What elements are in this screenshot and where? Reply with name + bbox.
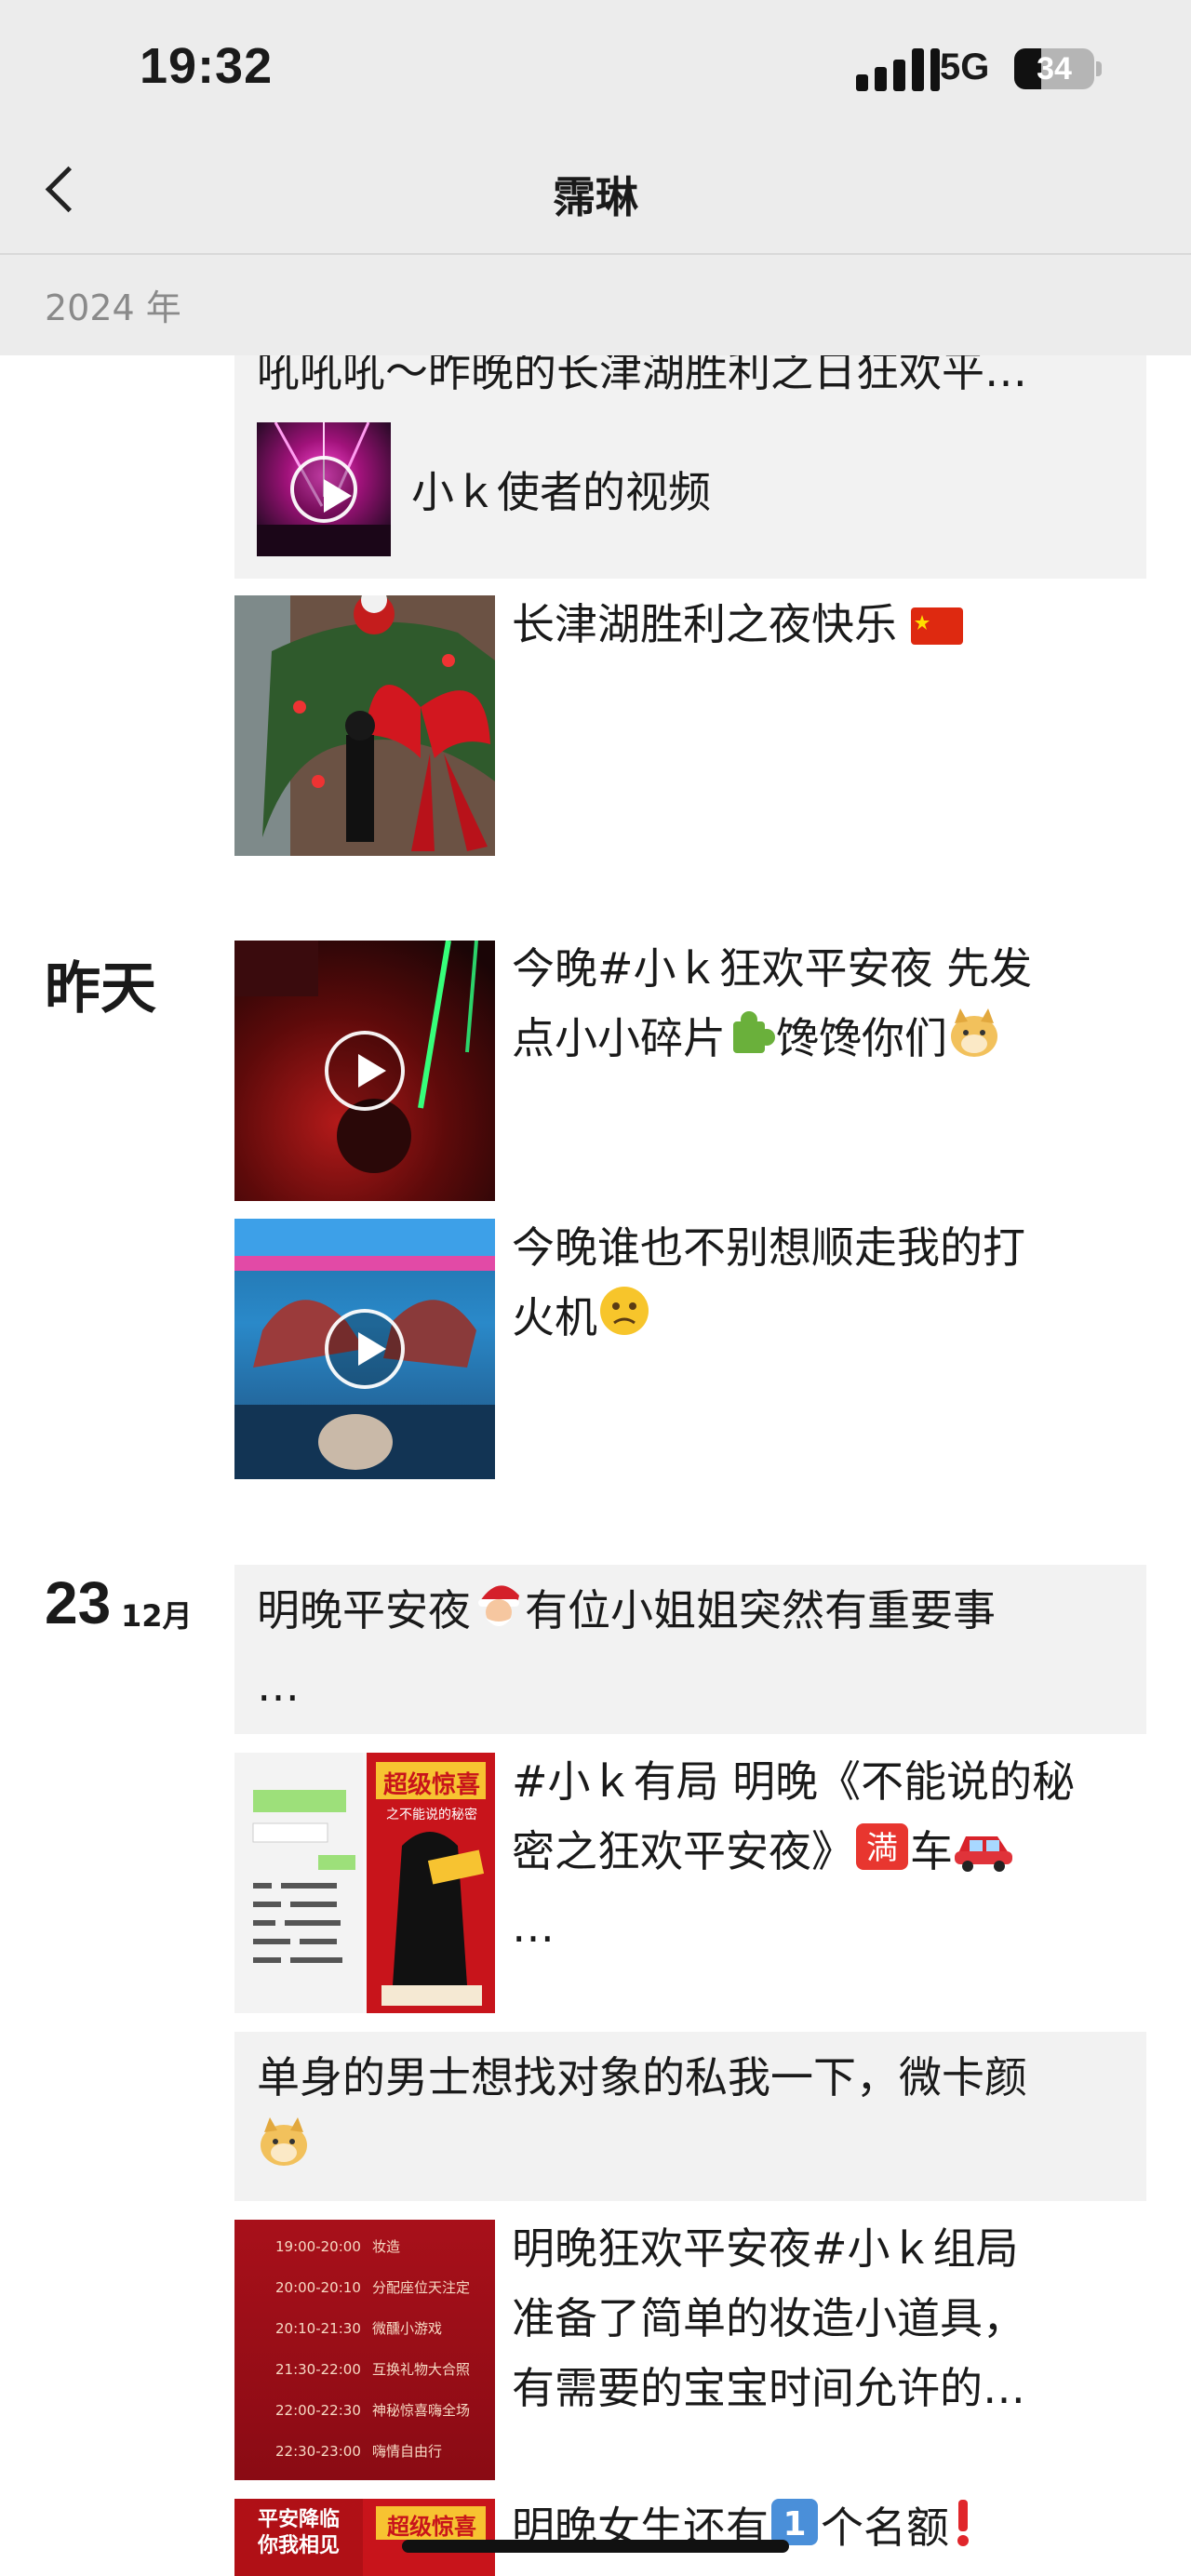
post-text-content: 长津湖胜利之夜快乐 <box>512 599 897 649</box>
battery-level: 34 <box>1037 51 1072 87</box>
exclamation-icon <box>949 2496 977 2569</box>
schedule-time: 20:10-21:30 <box>275 2320 361 2337</box>
schedule-event: 嗨情自由行 <box>372 2443 443 2460</box>
play-icon[interactable] <box>290 456 357 523</box>
schedule-event: 微醺小游戏 <box>372 2320 443 2337</box>
post-text-line: 明晚狂欢平安夜#小ｋ组局 <box>512 2223 1019 2274</box>
network-label: 5G <box>940 47 990 87</box>
svg-text:満: 満 <box>866 1830 898 1867</box>
date-month: 12月 <box>121 1598 193 1634</box>
shared-link-title: 小ｋ使者的视频 <box>411 467 711 517</box>
schedule-time: 21:30-22:00 <box>275 2361 361 2378</box>
confused-face-icon <box>597 1284 651 1358</box>
post-text-line: 准备了简单的妆造小道具， <box>512 2293 1025 2343</box>
post-text-line <box>257 2113 1131 2188</box>
video-thumbnail[interactable] <box>234 1219 495 1479</box>
status-time: 19:32 <box>140 38 274 94</box>
post-text-line: #小ｋ有局 明晚《不能说的秘 <box>512 1756 1076 1807</box>
schedule-row: 19:00-20:00 妆造 <box>234 2236 495 2277</box>
schedule-photo[interactable]: 19:00-20:00 妆造 20:00-20:10 分配座位天注定 20:10-2… <box>234 2220 495 2480</box>
text-post-card[interactable]: 明晚平安夜 有位小姐姐突然有重要事 … <box>234 1565 1146 1734</box>
post-text-fragment: 有位小姐姐突然有重要事 <box>525 1585 996 1635</box>
schedule-row: 20:00-20:10 分配座位天注定 <box>234 2277 495 2318</box>
post-text: 今晚谁也不别想顺走我的打 火机 <box>512 1213 1163 1358</box>
post-text-line: 密之狂欢平安夜》満车 <box>512 1817 1163 1892</box>
video-thumbnail[interactable] <box>257 422 391 556</box>
text-post-card[interactable]: 单身的男士想找对象的私我一下，微卡颜 <box>234 2032 1146 2201</box>
post-text: 明晚女生还有 1 个名额 <box>512 2493 1163 2569</box>
schedule-list: 19:00-20:00 妆造 20:00-20:10 分配座位天注定 20:10-2… <box>234 2236 495 2480</box>
shared-video-card[interactable]: 吼吼吼～昨晚的长津湖胜利之日狂欢平… 小ｋ使者的视频 <box>234 346 1146 579</box>
post-text: 明晚狂欢平安夜#小ｋ组局 准备了简单的妆造小道具， 有需要的宝宝时间允许的… <box>512 2214 1163 2423</box>
christmas-decor-photo <box>234 595 495 856</box>
schedule-row: 22:00-22:30 神秘惊喜嗨全场 <box>234 2400 495 2441</box>
full-badge-icon: 満 <box>854 1820 910 1892</box>
schedule-time: 22:30-23:00 <box>275 2443 361 2460</box>
post-text-line: 明晚平安夜 有位小姐姐突然有重要事 <box>257 1576 1131 1651</box>
header-divider <box>0 253 1191 255</box>
battery-cap <box>1096 61 1102 76</box>
play-icon[interactable] <box>325 1309 405 1389</box>
post-text: #小ｋ有局 明晚《不能说的秘 密之狂欢平安夜》満车 … <box>512 1747 1163 1962</box>
post-text: 今晚#小ｋ狂欢平安夜 先发 点小小碎片 馋馋你们 <box>512 934 1163 1079</box>
doge-icon <box>257 2117 311 2188</box>
battery-icon: 34 <box>1014 48 1094 89</box>
post-text: 明晚平安夜 有位小姐姐突然有重要事 … <box>257 1576 1131 1721</box>
post-text-fragment: 个名额 <box>821 2503 949 2553</box>
top-bar: 19:32 5G 34 霈琳 2024 年 <box>0 0 1191 355</box>
santa-icon <box>471 1577 525 1651</box>
post-text-line: … <box>257 1661 300 1711</box>
car-icon <box>953 1822 1014 1892</box>
puzzle-icon <box>726 1008 776 1079</box>
signal-icon <box>856 48 942 91</box>
poster-subtitle: 之不能说的秘密 <box>386 1808 477 1822</box>
poster-subtitle: 你我相见 <box>257 2534 340 2557</box>
schedule-event: 互换礼物大合照 <box>372 2361 471 2378</box>
post-text-line: 今晚谁也不别想顺走我的打 <box>512 1222 1025 1273</box>
post-text-line: 单身的男士想找对象的私我一下，微卡颜 <box>257 2052 1027 2102</box>
post-text: 单身的男士想找对象的私我一下，微卡颜 <box>257 2043 1131 2188</box>
post-text-line: 火机 <box>512 1283 1163 1358</box>
schedule-event: 分配座位天注定 <box>372 2279 471 2296</box>
china-flag-icon <box>910 595 963 665</box>
play-icon[interactable] <box>325 1031 405 1111</box>
post-text: 长津湖胜利之夜快乐 <box>512 590 963 665</box>
year-label: 2024 年 <box>45 287 181 328</box>
schedule-event: 神秘惊喜嗨全场 <box>372 2402 471 2419</box>
date-label: 昨天 <box>45 956 156 1021</box>
schedule-time: 19:00-20:00 <box>275 2238 361 2255</box>
post-text-fragment: 密之狂欢平安夜》 <box>512 1826 854 1876</box>
post-text-line: 点小小碎片 馋馋你们 <box>512 1004 1163 1079</box>
date-day: 23 <box>45 1569 112 1636</box>
post-text-fragment: 馋馋你们 <box>776 1013 947 1063</box>
post-text-fragment: 点小小碎片 <box>512 1013 726 1063</box>
svg-text:1: 1 <box>783 2505 806 2543</box>
schedule-time: 20:00-20:10 <box>275 2279 361 2296</box>
schedule-event: 妆造 <box>372 2238 401 2255</box>
post-text-line: 有需要的宝宝时间允许的… <box>512 2363 1025 2413</box>
post-photo-collage[interactable]: 平安降临 你我相见 超级惊喜 <box>234 2499 495 2576</box>
post-text-fragment: 明晚平安夜 <box>257 1585 471 1635</box>
schedule-row: 21:30-22:00 互换礼物大合照 <box>234 2359 495 2400</box>
home-indicator[interactable] <box>402 2540 789 2553</box>
video-thumbnail[interactable] <box>234 941 495 1201</box>
post-photo[interactable] <box>234 595 495 856</box>
schedule-time: 22:00-22:30 <box>275 2402 361 2419</box>
post-photo-collage[interactable]: 超级惊喜 之不能说的秘密 <box>234 1753 495 2013</box>
poster-title: 超级惊喜 <box>387 2514 476 2540</box>
post-text-fragment: 车 <box>910 1826 953 1876</box>
schedule-row: 22:30-23:00 嗨情自由行 <box>234 2441 495 2480</box>
post-text-fragment: 火机 <box>512 1292 597 1342</box>
page-title: 霈琳 <box>553 172 638 222</box>
post-text-line: 今晚#小ｋ狂欢平安夜 先发 <box>512 943 1033 994</box>
doge-icon <box>947 1008 1001 1079</box>
poster-title: 超级惊喜 <box>382 1771 480 1799</box>
keycap-one-icon: 1 <box>769 2496 821 2569</box>
schedule-row: 20:10-21:30 微醺小游戏 <box>234 2318 495 2359</box>
post-text-line: … <box>512 1902 555 1952</box>
